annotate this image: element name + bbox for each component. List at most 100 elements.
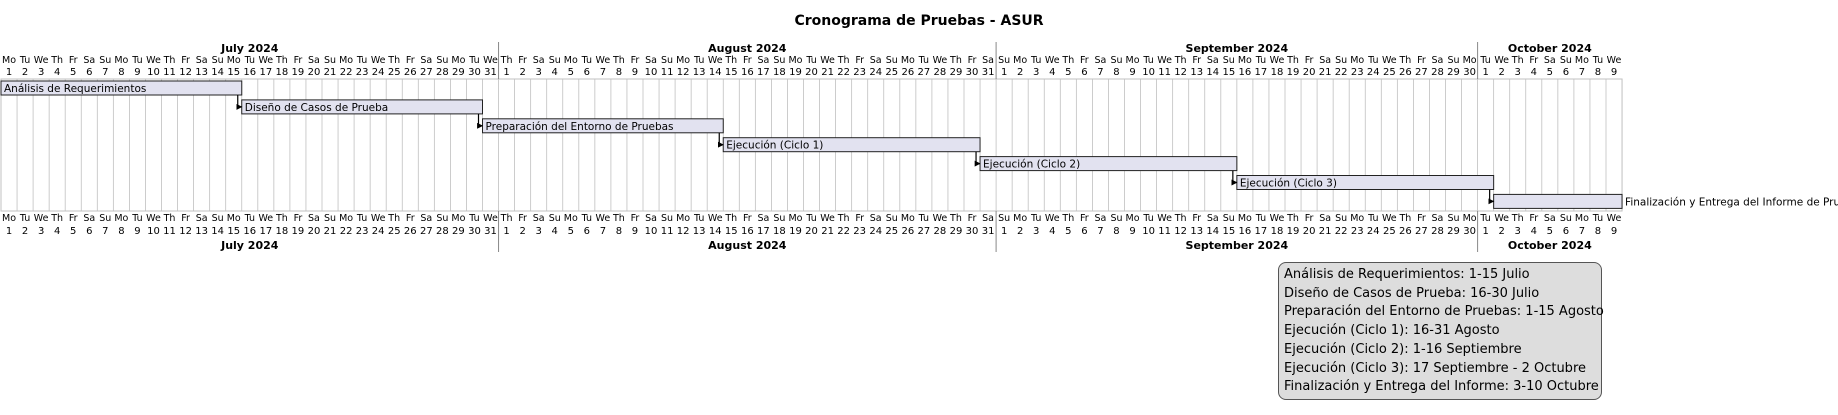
weekday-label: Tu <box>1255 213 1266 224</box>
weekday-label: Tu <box>1367 55 1378 66</box>
day-label: 7 <box>1579 226 1585 237</box>
day-label: 3 <box>1033 67 1039 78</box>
day-label: 17 <box>757 67 770 78</box>
weekday-label: Sa <box>1432 55 1444 66</box>
day-label: 9 <box>632 67 638 78</box>
weekday-label: Mo <box>901 213 915 224</box>
weekday-label: Fr <box>1529 55 1538 66</box>
weekday-label: Th <box>949 213 962 224</box>
task-label: Preparación del Entorno de Pruebas <box>486 121 674 133</box>
weekday-label: Sa <box>420 55 432 66</box>
weekday-label: Sa <box>308 213 320 224</box>
weekday-label: Fr <box>181 55 190 66</box>
month-label: October 2024 <box>1508 42 1592 55</box>
day-label: 26 <box>901 226 914 237</box>
weekday-label: Th <box>50 213 63 224</box>
weekday-label: Mo <box>339 213 353 224</box>
day-label: 23 <box>853 67 866 78</box>
day-label: 29 <box>452 67 465 78</box>
weekday-label: Mo <box>1350 213 1364 224</box>
day-label: 11 <box>661 226 674 237</box>
day-label: 12 <box>179 226 192 237</box>
weekday-label: Tu <box>693 213 704 224</box>
weekday-label: Su <box>1110 55 1122 66</box>
weekday-label: Th <box>1398 213 1411 224</box>
weekday-label: We <box>483 55 498 66</box>
weekday-label: Fr <box>1529 213 1538 224</box>
weekday-label: Fr <box>968 55 977 66</box>
day-label: 9 <box>134 67 140 78</box>
day-label: 20 <box>308 226 321 237</box>
day-label: 8 <box>118 67 124 78</box>
weekday-label: Su <box>324 55 336 66</box>
weekday-label: Tu <box>1142 213 1153 224</box>
weekday-label: Mo <box>451 55 465 66</box>
weekday-label: Su <box>1335 213 1347 224</box>
chart-title: Cronograma de Pruebas - ASUR <box>794 13 1043 29</box>
day-label: 21 <box>821 67 834 78</box>
day-label: 13 <box>693 67 706 78</box>
day-label: 10 <box>645 67 658 78</box>
weekday-label: Fr <box>518 213 527 224</box>
weekday-label: Sa <box>83 55 95 66</box>
day-label: 20 <box>805 67 818 78</box>
weekday-label: Mo <box>788 213 802 224</box>
day-label: 7 <box>102 67 108 78</box>
weekday-label: Su <box>549 213 561 224</box>
day-label: 15 <box>227 226 240 237</box>
day-label: 14 <box>211 226 224 237</box>
weekday-label: We <box>1157 55 1172 66</box>
weekday-label: Th <box>837 55 850 66</box>
weekday-label: Sa <box>1432 213 1444 224</box>
weekday-label: Su <box>99 55 111 66</box>
day-label: 15 <box>1222 226 1235 237</box>
weekday-label: Tu <box>468 213 479 224</box>
weekday-label: We <box>371 55 386 66</box>
weekday-label: Th <box>949 55 962 66</box>
weekday-label: Su <box>886 213 898 224</box>
day-label: 6 <box>1563 67 1569 78</box>
day-label: 22 <box>837 67 850 78</box>
day-label: 21 <box>821 226 834 237</box>
day-label: 6 <box>584 67 590 78</box>
weekday-label: Th <box>1061 55 1074 66</box>
weekday-label: Sa <box>533 55 545 66</box>
weekday-label: Sa <box>870 213 882 224</box>
month-label: August 2024 <box>708 42 787 55</box>
day-label: 15 <box>725 226 738 237</box>
day-label: 11 <box>1158 67 1171 78</box>
day-label: 29 <box>1447 67 1460 78</box>
day-label: 11 <box>163 226 176 237</box>
day-label: 2 <box>1498 226 1504 237</box>
day-label: 25 <box>388 67 401 78</box>
day-label: 27 <box>1415 67 1428 78</box>
weekday-label: Tu <box>356 55 367 66</box>
weekday-label: Th <box>163 55 176 66</box>
weekday-label: Tu <box>805 55 816 66</box>
day-label: 20 <box>1303 226 1316 237</box>
day-label: 21 <box>324 226 337 237</box>
weekday-label: Fr <box>1417 55 1426 66</box>
weekday-label: Su <box>1560 213 1572 224</box>
day-label: 1 <box>503 226 509 237</box>
weekday-label: We <box>708 213 723 224</box>
day-label: 10 <box>1142 67 1155 78</box>
day-label: 1 <box>503 67 509 78</box>
day-label: 23 <box>356 226 369 237</box>
day-label: 3 <box>38 226 44 237</box>
day-label: 8 <box>1595 226 1601 237</box>
weekday-label: Fr <box>631 55 640 66</box>
month-label: September 2024 <box>1186 42 1289 55</box>
weekday-label: We <box>371 213 386 224</box>
day-label: 31 <box>982 67 995 78</box>
weekday-label: Mo <box>1126 55 1140 66</box>
weekday-label: Mo <box>1238 213 1252 224</box>
day-label: 22 <box>1335 67 1348 78</box>
day-label: 7 <box>600 226 606 237</box>
day-label: 16 <box>1239 67 1252 78</box>
weekday-label: Tu <box>1479 55 1490 66</box>
day-label: 2 <box>22 226 28 237</box>
day-label: 1 <box>1482 67 1488 78</box>
day-label: 7 <box>1097 226 1103 237</box>
day-label: 30 <box>966 226 979 237</box>
